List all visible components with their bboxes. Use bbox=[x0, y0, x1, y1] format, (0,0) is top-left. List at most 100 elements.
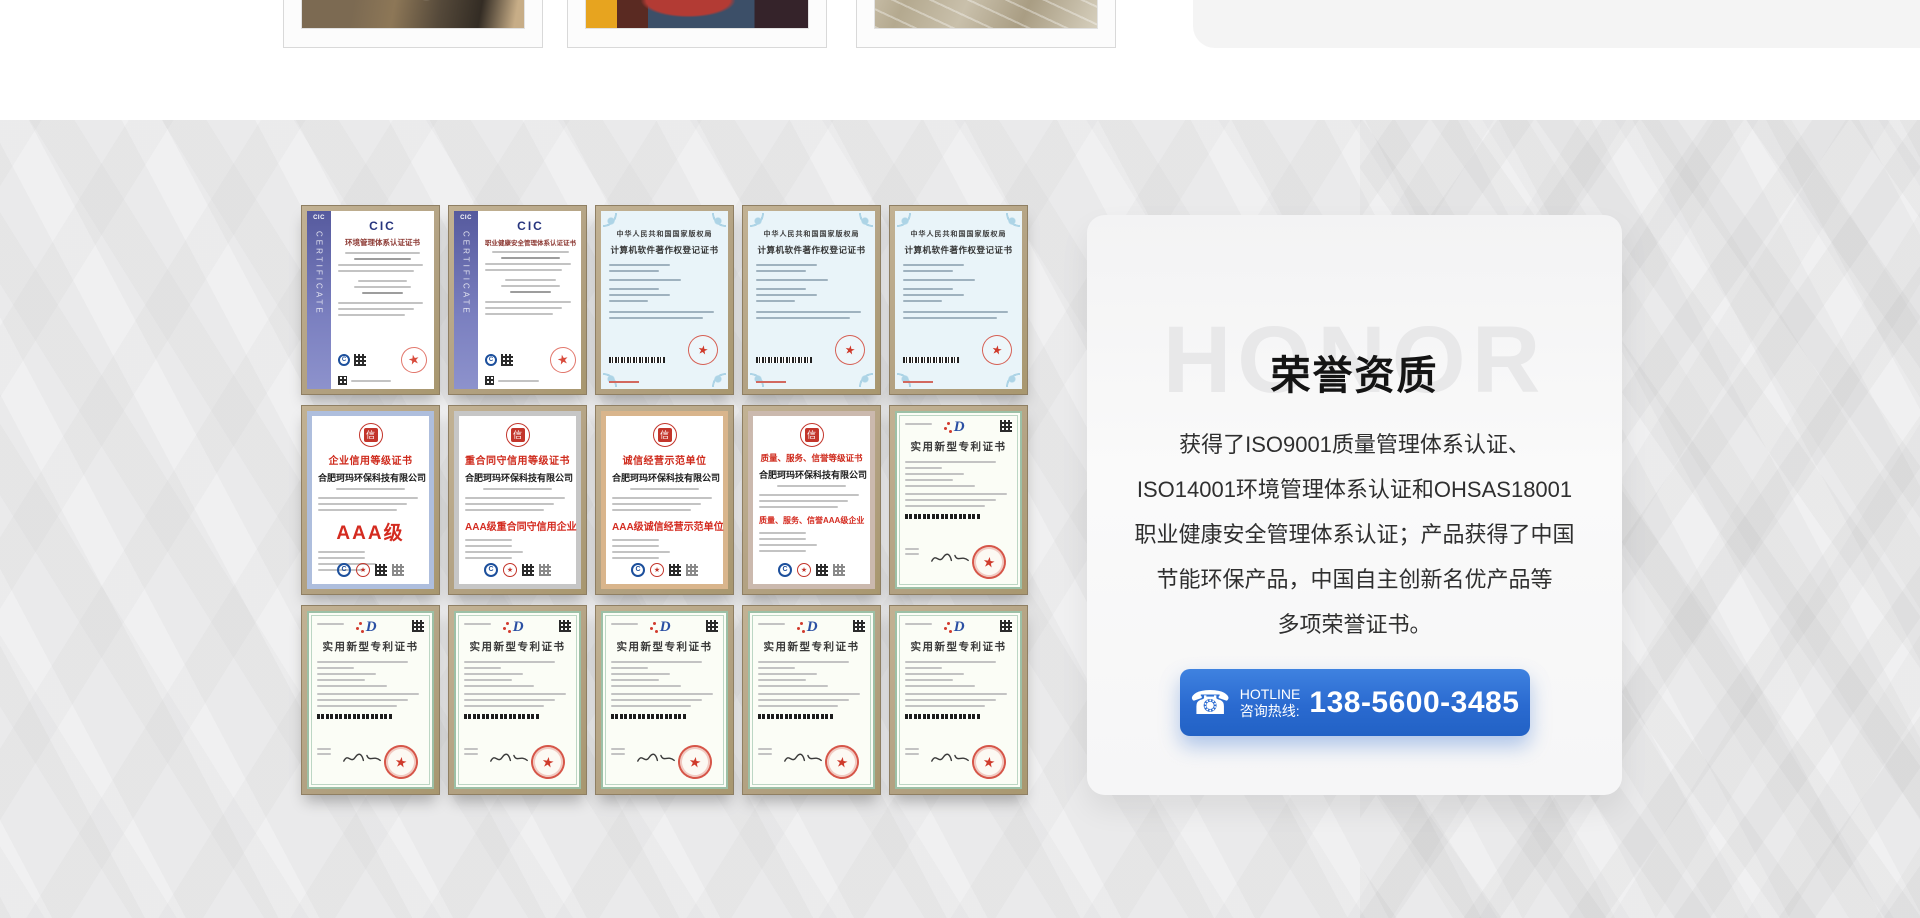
cnipa-logo-icon: D bbox=[513, 620, 524, 634]
credit-grade: AAA级重合同守信用企业 bbox=[465, 518, 570, 533]
company-name: 合肥珂玛环保科技有限公司 bbox=[612, 471, 717, 484]
certificate-title: 实用新型专利证书 bbox=[611, 639, 718, 654]
certificate-number bbox=[903, 381, 933, 383]
certificate-title: 职业健康安全管理体系认证证书 bbox=[485, 237, 576, 247]
description-line: 节能环保产品，中国自主创新名优产品等 bbox=[1087, 557, 1622, 602]
qr-code-icon bbox=[501, 354, 513, 366]
hotline-button[interactable]: HOTLINE 咨询热线: 138-5600-3485 bbox=[1180, 669, 1530, 736]
national-emblem-seal-icon: ★ bbox=[529, 743, 567, 781]
cic-logo: CIC bbox=[338, 219, 427, 233]
certificate-contract-credit: 信 重合同守信用等级证书 合肥珂玛环保科技有限公司 AAA级重合同守信用企业 C… bbox=[448, 405, 587, 595]
description-line: 多项荣誉证书。 bbox=[1087, 602, 1622, 647]
barcode bbox=[905, 714, 980, 719]
qr-code-icon bbox=[686, 564, 698, 576]
certificate-enterprise-credit: 信 企业信用等级证书 合肥珂玛环保科技有限公司 AAA级 C ★ bbox=[301, 405, 440, 595]
signature bbox=[929, 551, 971, 567]
signature bbox=[929, 751, 971, 767]
certificate-software-copyright: 中华人民共和国国家版权局 计算机软件著作权登记证书 ★ bbox=[742, 205, 881, 395]
credit-emblem-icon: 信 bbox=[506, 423, 530, 447]
red-medal-icon: ★ bbox=[797, 563, 811, 577]
honor-description: 获得了ISO9001质量管理体系认证、 ISO14001环境管理体系认证和OHS… bbox=[1087, 422, 1622, 647]
credit-emblem-icon: 信 bbox=[800, 423, 824, 447]
certificate-grid: CIC CERTIFICATE CIC 环境管理体系认证证书 C ★ bbox=[301, 205, 1028, 795]
certificate-iso-environment: CIC CERTIFICATE CIC 环境管理体系认证证书 C ★ bbox=[301, 205, 440, 395]
ornament-corner bbox=[843, 213, 873, 243]
certificate-title: 计算机软件著作权登记证书 bbox=[756, 244, 867, 256]
certificate-software-copyright: 中华人民共和国国家版权局 计算机软件著作权登记证书 ★ bbox=[595, 205, 734, 395]
cic-badge-icon: C bbox=[338, 354, 350, 366]
credit-emblem-icon: 信 bbox=[359, 423, 383, 447]
cic-badge-icon: C bbox=[485, 354, 497, 366]
qr-code-icon bbox=[1000, 620, 1012, 632]
cnipa-logo-icon: D bbox=[954, 420, 965, 434]
hotline-label-zh: 咨询热线: bbox=[1240, 703, 1300, 720]
qr-code-icon bbox=[559, 620, 571, 632]
certificate-title: 企业信用等级证书 bbox=[318, 452, 423, 467]
cic-badge-icon: C bbox=[631, 563, 645, 577]
certificate-iso-ohs: CIC CERTIFICATE CIC 职业健康安全管理体系认证证书 C ★ bbox=[448, 205, 587, 395]
qr-code-icon bbox=[354, 354, 366, 366]
qr-code-icon bbox=[853, 620, 865, 632]
barcode bbox=[609, 357, 665, 363]
carousel-card-3[interactable] bbox=[856, 0, 1116, 48]
ornament-corner bbox=[990, 213, 1020, 243]
certificate-title: 实用新型专利证书 bbox=[905, 439, 1012, 454]
hotline-labels: HOTLINE 咨询热线: bbox=[1240, 686, 1301, 720]
certificate-number bbox=[756, 381, 786, 383]
signature bbox=[782, 751, 824, 767]
barcode bbox=[317, 714, 392, 719]
cnipa-logo-icon: D bbox=[366, 620, 377, 634]
description-line: ISO14001环境管理体系认证和OHSAS18001 bbox=[1087, 467, 1622, 512]
qr-code-icon bbox=[1000, 420, 1012, 432]
red-star-seal-icon: ★ bbox=[548, 345, 579, 376]
ornament-corner bbox=[603, 213, 633, 243]
carousel-card-1[interactable] bbox=[283, 0, 543, 48]
concrete-pit-photo bbox=[874, 0, 1098, 29]
credit-grade: AAA级 bbox=[318, 518, 423, 545]
certificate-title: 实用新型专利证书 bbox=[464, 639, 571, 654]
qr-code-icon bbox=[706, 620, 718, 632]
certificate-title: 环境管理体系认证证书 bbox=[338, 237, 427, 248]
honor-panel: HONOR 荣誉资质 获得了ISO9001质量管理体系认证、 ISO14001环… bbox=[1087, 215, 1622, 795]
qr-code-icon bbox=[392, 564, 404, 576]
certificate-utility-patent: D 实用新型专利证书 ★ bbox=[595, 605, 734, 795]
signature bbox=[341, 751, 383, 767]
qr-code-icon bbox=[522, 564, 534, 576]
certificate-utility-patent: D 实用新型专利证书 ★ bbox=[889, 405, 1028, 595]
cnipa-logo-icon: D bbox=[807, 620, 818, 634]
honor-section: CIC CERTIFICATE CIC 环境管理体系认证证书 C ★ bbox=[0, 120, 1920, 918]
credit-emblem-icon: 信 bbox=[653, 423, 677, 447]
ornament-corner bbox=[897, 213, 927, 243]
certificate-title: 实用新型专利证书 bbox=[758, 639, 865, 654]
national-emblem-seal-icon: ★ bbox=[382, 743, 420, 781]
company-name: 合肥珂玛环保科技有限公司 bbox=[759, 468, 864, 481]
barcode bbox=[758, 714, 833, 719]
cic-badge-icon: C bbox=[337, 563, 351, 577]
excavation-site-photo bbox=[301, 0, 525, 29]
national-emblem-seal-icon: ★ bbox=[970, 543, 1008, 581]
qr-code-icon bbox=[375, 564, 387, 576]
certificate-utility-patent: D 实用新型专利证书 ★ bbox=[448, 605, 587, 795]
hotline-number: 138-5600-3485 bbox=[1309, 686, 1519, 720]
cnipa-logo-icon: D bbox=[660, 620, 671, 634]
cic-logo: CIC bbox=[485, 219, 576, 233]
side-panel bbox=[1193, 0, 1920, 48]
certificate-utility-patent: D 实用新型专利证书 ★ bbox=[742, 605, 881, 795]
phone-icon bbox=[1190, 686, 1231, 719]
certificate-title: 诚信经营示范单位 bbox=[612, 452, 717, 467]
certificate-title: 重合同守信用等级证书 bbox=[465, 452, 570, 467]
barcode bbox=[903, 357, 959, 363]
certificate-number bbox=[609, 381, 639, 383]
barcode bbox=[464, 714, 539, 719]
crane-truck-photo bbox=[585, 0, 809, 29]
certificate-utility-patent: D 实用新型专利证书 ★ bbox=[301, 605, 440, 795]
carousel-card-2[interactable] bbox=[567, 0, 827, 48]
barcode bbox=[905, 514, 980, 519]
ornament-corner bbox=[696, 213, 726, 243]
description-line: 职业健康安全管理体系认证；产品获得了中国 bbox=[1087, 512, 1622, 557]
top-carousel-band bbox=[0, 0, 1920, 120]
certificate-stripe: CIC CERTIFICATE bbox=[307, 211, 331, 389]
national-emblem-seal-icon: ★ bbox=[676, 743, 714, 781]
red-medal-icon: ★ bbox=[650, 563, 664, 577]
credit-grade: 质量、服务、信誉AAA级企业 bbox=[759, 515, 864, 526]
